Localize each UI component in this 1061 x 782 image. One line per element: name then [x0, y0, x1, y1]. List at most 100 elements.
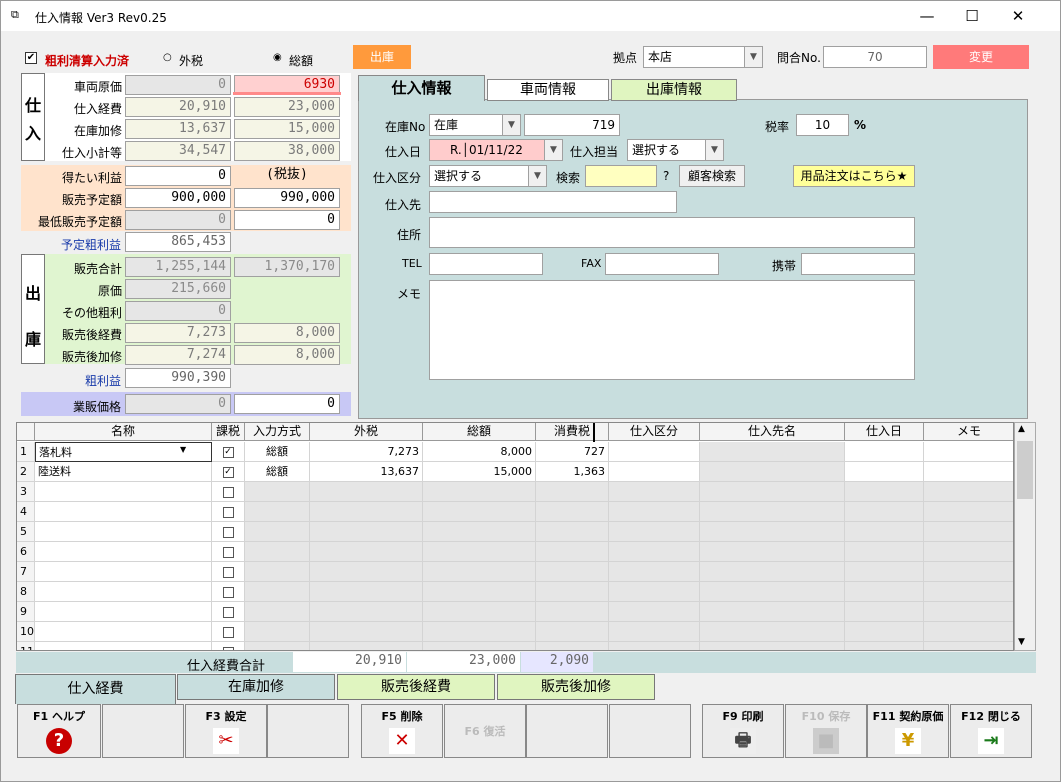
fkey-button-2[interactable]: [102, 704, 184, 758]
category-cell[interactable]: [609, 462, 700, 482]
total-cell[interactable]: [423, 622, 536, 642]
profit-value-a[interactable]: 0: [125, 166, 231, 186]
help-question-icon[interactable]: ?: [663, 169, 669, 183]
taxed-cell[interactable]: [212, 602, 245, 622]
memo-cell[interactable]: [924, 562, 1013, 582]
taxed-cell[interactable]: [212, 622, 245, 642]
mobile-input[interactable]: [801, 253, 915, 275]
ex-cell[interactable]: [310, 542, 423, 562]
grid-header[interactable]: 名称: [35, 423, 212, 441]
taxed-checkbox[interactable]: [222, 506, 234, 518]
grid-name-cell[interactable]: [35, 542, 212, 562]
memo-cell[interactable]: [924, 622, 1013, 642]
grid-name-cell[interactable]: [35, 482, 212, 502]
category-cell[interactable]: [609, 442, 700, 462]
fkey-button-11[interactable]: F11 契約原価 ¥: [867, 704, 949, 758]
fkey-button-12[interactable]: F12 閉じる ⇥: [950, 704, 1032, 758]
fkey-button-8[interactable]: [609, 704, 691, 758]
ex-cell[interactable]: [310, 602, 423, 622]
tab-purchase-info[interactable]: 仕入情報: [358, 75, 485, 101]
fkey-button-7[interactable]: [526, 704, 608, 758]
mode-cell[interactable]: [245, 582, 310, 602]
supplier-input[interactable]: [429, 191, 677, 213]
taxed-checkbox[interactable]: [222, 646, 234, 650]
fkey-button-6[interactable]: F6 復活: [444, 704, 526, 758]
fkey-button-10[interactable]: F10 保存 ■: [785, 704, 867, 758]
mode-cell[interactable]: [245, 542, 310, 562]
address-input[interactable]: [429, 217, 915, 248]
date-cell[interactable]: [845, 462, 924, 482]
taxed-checkbox[interactable]: ✓: [222, 466, 234, 478]
taxed-checkbox[interactable]: [222, 526, 234, 538]
memo-cell[interactable]: [924, 642, 1013, 650]
inquiry-input[interactable]: 70: [823, 46, 927, 68]
settled-checkbox[interactable]: ✔: [25, 52, 37, 64]
date-cell[interactable]: [845, 542, 924, 562]
category-cell[interactable]: [609, 622, 700, 642]
grid-header[interactable]: 仕入区分: [609, 423, 700, 441]
grid-name-cell[interactable]: [35, 582, 212, 602]
grid-header[interactable]: 課税: [212, 423, 245, 441]
supplier-cell[interactable]: [700, 582, 845, 602]
category-cell[interactable]: [609, 542, 700, 562]
branch-select[interactable]: 本店 ▼: [643, 46, 763, 68]
chevron-down-icon[interactable]: ▼: [180, 445, 186, 454]
maximize-button[interactable]: ☐: [952, 5, 992, 27]
taxed-cell[interactable]: ✓: [212, 442, 245, 462]
total-cell[interactable]: [423, 542, 536, 562]
search-input[interactable]: [585, 165, 657, 187]
ex-cell[interactable]: [310, 482, 423, 502]
ex-cell[interactable]: [310, 502, 423, 522]
grid-header[interactable]: 入力方式: [245, 423, 310, 441]
mode-cell[interactable]: [245, 482, 310, 502]
staff-select[interactable]: 選択する ▼: [627, 139, 724, 161]
tab-vehicle-info[interactable]: 車両情報: [487, 79, 609, 101]
fkey-button-5[interactable]: F5 削除 ✕: [361, 704, 443, 758]
mode-cell[interactable]: [245, 622, 310, 642]
taxed-cell[interactable]: [212, 642, 245, 650]
total-cell[interactable]: [423, 562, 536, 582]
memo-cell[interactable]: [924, 442, 1013, 462]
category-cell[interactable]: [609, 522, 700, 542]
category-select[interactable]: 選択する ▼: [429, 165, 547, 187]
date-cell[interactable]: [845, 582, 924, 602]
date-cell[interactable]: [845, 502, 924, 522]
minimize-button[interactable]: —: [907, 5, 947, 27]
change-button[interactable]: 変更: [933, 45, 1029, 69]
date-cell[interactable]: [845, 482, 924, 502]
taxed-cell[interactable]: [212, 542, 245, 562]
category-cell[interactable]: [609, 562, 700, 582]
mode-cell[interactable]: [245, 502, 310, 522]
shipping-button[interactable]: 出庫: [353, 45, 411, 69]
grid-name-cell[interactable]: [35, 602, 212, 622]
grid-name-cell[interactable]: [35, 642, 212, 650]
taxed-checkbox[interactable]: [222, 586, 234, 598]
tab-stock-repair[interactable]: 在庫加修: [177, 674, 335, 700]
tab-purchase-expense[interactable]: 仕入経費: [15, 674, 176, 704]
taxed-cell[interactable]: ✓: [212, 462, 245, 482]
tab-shipping-info[interactable]: 出庫情報: [611, 79, 737, 101]
grid-header[interactable]: 外税: [310, 423, 423, 441]
grid-name-cell[interactable]: 陸送料: [35, 462, 212, 482]
tab-after-sale-repair[interactable]: 販売後加修: [497, 674, 655, 700]
memo-cell[interactable]: [924, 502, 1013, 522]
taxed-checkbox[interactable]: [222, 546, 234, 558]
supplier-cell[interactable]: [700, 622, 845, 642]
date-cell[interactable]: [845, 602, 924, 622]
supplier-cell[interactable]: [700, 642, 845, 650]
total-cell[interactable]: [423, 482, 536, 502]
fkey-button-4[interactable]: [267, 704, 349, 758]
supplier-cell[interactable]: [700, 602, 845, 622]
date-cell[interactable]: [845, 642, 924, 650]
ex-cell[interactable]: [310, 522, 423, 542]
mode-cell[interactable]: 総額: [245, 462, 310, 482]
ex-cell[interactable]: [310, 642, 423, 650]
total-cell[interactable]: [423, 642, 536, 650]
scroll-up-icon[interactable]: ▲: [1018, 424, 1025, 434]
category-cell[interactable]: [609, 482, 700, 502]
grid-scrollbar[interactable]: ▲ ▼: [1014, 422, 1036, 651]
fkey-button-9[interactable]: F9 印刷 🖶: [702, 704, 784, 758]
dealer-value-b[interactable]: 0: [234, 394, 340, 414]
tax-rate-input[interactable]: 10: [796, 114, 849, 136]
customer-search-button[interactable]: 顧客検索: [679, 165, 745, 187]
